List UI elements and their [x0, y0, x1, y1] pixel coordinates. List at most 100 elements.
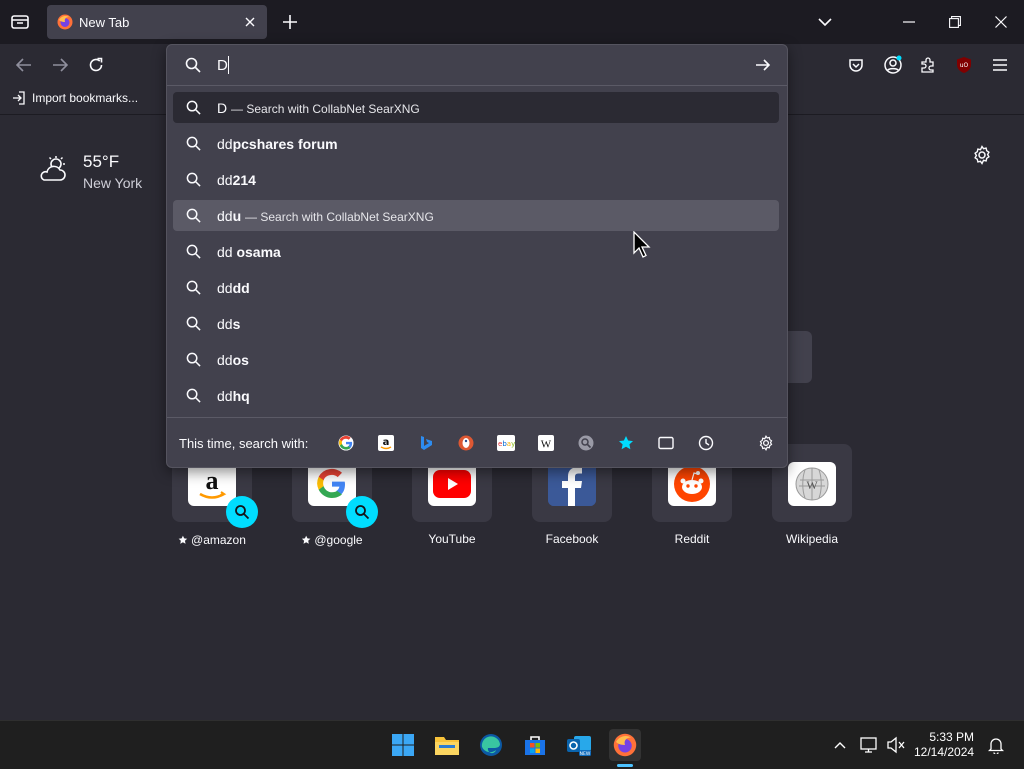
search-icon: [186, 316, 201, 331]
outlook-new-icon[interactable]: NEW: [565, 731, 593, 759]
google-logo-icon: [308, 462, 356, 506]
mouse-pointer-icon: [632, 231, 652, 259]
searxng-icon[interactable]: [577, 434, 595, 452]
shortcut-label: Facebook: [545, 532, 599, 546]
close-window-icon[interactable]: [992, 14, 1010, 30]
suggestion-typed: dd: [217, 172, 233, 188]
suggestion-typed: dd: [217, 208, 233, 224]
suggestion-row[interactable]: ddhq: [173, 380, 779, 411]
list-all-tabs-chevron-icon[interactable]: [816, 14, 834, 30]
address-bar-input[interactable]: D: [167, 45, 787, 86]
svg-text:a: a: [206, 466, 219, 495]
suggestion-row-hovered[interactable]: ddu — Search with CollabNet SearXNG: [173, 200, 779, 231]
search-icon: [186, 352, 201, 367]
amazon-icon[interactable]: a: [377, 434, 395, 452]
file-explorer-icon[interactable]: [433, 731, 461, 759]
svg-text:NEW: NEW: [580, 751, 591, 757]
shortcut-label: 🟊 @google: [301, 533, 363, 547]
network-icon[interactable]: [856, 731, 884, 759]
suggestion-action: — Search with CollabNet SearXNG: [231, 102, 420, 116]
search-icon: [185, 57, 201, 73]
amazon-logo-icon: a: [188, 462, 236, 506]
google-icon[interactable]: [337, 434, 355, 452]
taskbar-clock[interactable]: 5:33 PM 12/14/2024: [914, 730, 974, 760]
search-icon: [186, 208, 201, 223]
address-bar-dropdown: D D — Search with CollabNet SearXNG ddpc…: [166, 44, 788, 468]
microsoft-store-icon[interactable]: [521, 731, 549, 759]
wikipedia-logo-icon: W: [788, 462, 836, 506]
firefox-view-icon[interactable]: [10, 13, 30, 31]
suggestion-completion: 214: [232, 172, 256, 188]
extensions-puzzle-icon[interactable]: [918, 55, 938, 75]
volume-muted-icon[interactable]: [882, 731, 910, 759]
pin-icon: 🟊: [178, 533, 192, 547]
suggestion-action: — Search with CollabNet SearXNG: [245, 210, 434, 224]
svg-text:W: W: [541, 439, 552, 451]
shortcut-label: Wikipedia: [785, 532, 839, 546]
suggestion-completion: s: [232, 316, 241, 332]
edge-browser-icon[interactable]: [477, 731, 505, 759]
tabs-icon[interactable]: [657, 434, 675, 452]
personalize-gear-icon[interactable]: [972, 145, 992, 165]
ebay-icon[interactable]: ebay: [497, 434, 515, 452]
suggestion-row[interactable]: dds: [173, 308, 779, 339]
partly-cloudy-icon: [38, 155, 70, 183]
search-settings-gear-icon[interactable]: [757, 434, 775, 452]
account-icon[interactable]: [882, 54, 904, 76]
search-icon: [186, 244, 201, 259]
windows-start-icon[interactable]: [389, 731, 417, 759]
suggestion-completion: pcshares forum: [232, 136, 338, 152]
suggestion-typed: dd: [217, 136, 233, 152]
search-icon: [186, 388, 201, 403]
import-bookmarks-label: Import bookmarks...: [32, 91, 139, 105]
suggestion-row-selected[interactable]: D — Search with CollabNet SearXNG: [173, 92, 779, 123]
duckduckgo-icon[interactable]: [457, 434, 475, 452]
search-icon: [186, 172, 201, 187]
suggestion-row[interactable]: dd osama: [173, 236, 779, 267]
shortcut-label: YouTube: [428, 532, 476, 546]
svg-text:ebay: ebay: [498, 440, 515, 448]
pin-icon: 🟊: [301, 533, 315, 547]
weather-location: New York: [83, 175, 143, 191]
wikipedia-icon[interactable]: W: [537, 434, 555, 452]
suggestion-row[interactable]: dddd: [173, 272, 779, 303]
text-caret: [228, 56, 229, 74]
reload-icon[interactable]: [86, 55, 106, 75]
back-arrow-icon[interactable]: [14, 56, 34, 74]
close-tab-icon[interactable]: [243, 15, 257, 29]
new-tab-plus-icon[interactable]: [281, 13, 299, 31]
forward-arrow-icon[interactable]: [50, 56, 70, 74]
bing-icon[interactable]: [417, 434, 435, 452]
suggestion-completion: dd: [232, 280, 250, 296]
svg-text:uO: uO: [960, 62, 969, 69]
go-arrow-icon[interactable]: [755, 57, 771, 73]
firefox-taskbar-icon[interactable]: [609, 729, 641, 761]
pocket-icon[interactable]: [846, 55, 866, 75]
bookmarks-star-icon[interactable]: [617, 434, 635, 452]
suggestion-completion: hq: [232, 388, 250, 404]
suggestion-typed: dd: [217, 316, 233, 332]
suggestion-completion: osama: [232, 244, 281, 260]
suggestion-row[interactable]: ddpcshares forum: [173, 128, 779, 159]
suggestion-row[interactable]: ddos: [173, 344, 779, 375]
history-icon[interactable]: [697, 434, 715, 452]
minimize-window-icon[interactable]: [900, 14, 918, 30]
svg-text:W: W: [806, 478, 818, 492]
ublock-origin-icon[interactable]: uO: [954, 55, 974, 75]
suggestion-row[interactable]: dd214: [173, 164, 779, 195]
one-off-label: This time, search with:: [179, 436, 309, 451]
restore-window-icon[interactable]: [946, 14, 964, 30]
shortcut-label: Reddit: [674, 532, 710, 546]
show-hidden-icons-chevron-icon[interactable]: [826, 731, 854, 759]
import-bookmarks-button[interactable]: Import bookmarks...: [12, 91, 138, 105]
tab-new-tab[interactable]: New Tab: [47, 5, 267, 39]
suggestion-typed: D: [217, 100, 228, 116]
address-bar-value: D: [217, 57, 228, 74]
suggestion-typed: dd: [217, 388, 233, 404]
clock-date: 12/14/2024: [914, 745, 975, 759]
search-shortcut-badge-icon: [226, 496, 258, 528]
hamburger-menu-icon[interactable]: [990, 56, 1010, 74]
notifications-bell-icon[interactable]: [982, 731, 1010, 759]
shortcut-label: 🟊 @amazon: [178, 533, 246, 547]
one-off-search-bar: This time, search with: a ebay W: [167, 417, 787, 468]
